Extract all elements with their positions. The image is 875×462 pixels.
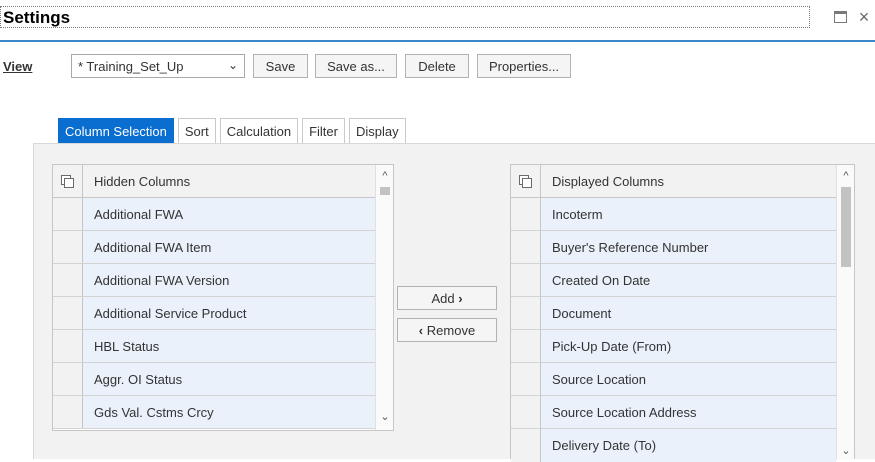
displayed-columns-header: Displayed Columns: [511, 165, 836, 198]
row-selector[interactable]: [511, 264, 541, 296]
table-row[interactable]: HBL Status: [53, 330, 375, 363]
table-row[interactable]: Source Location: [511, 363, 836, 396]
delete-button[interactable]: Delete: [405, 54, 469, 78]
tab-filter[interactable]: Filter: [302, 118, 345, 143]
select-all-icon: [519, 174, 532, 188]
row-selector[interactable]: [53, 330, 83, 362]
save-as-button[interactable]: Save as...: [315, 54, 397, 78]
tab-calculation[interactable]: Calculation: [219, 118, 299, 143]
add-button[interactable]: Add ›: [397, 286, 497, 310]
scroll-thumb[interactable]: [380, 187, 390, 195]
hidden-columns-table: Hidden Columns Additional FWA Additional…: [52, 164, 394, 431]
table-row[interactable]: Gds Val. Cstms Crcy: [53, 396, 375, 429]
hidden-column-item[interactable]: HBL Status: [83, 330, 375, 362]
table-row[interactable]: Additional Service Product: [53, 297, 375, 330]
displayed-column-item[interactable]: Incoterm: [541, 198, 836, 230]
displayed-column-item[interactable]: Source Location: [541, 363, 836, 395]
remove-button[interactable]: ‹ Remove: [397, 318, 497, 342]
scroll-up-icon[interactable]: ^: [376, 169, 394, 183]
hidden-column-item[interactable]: Aggr. OI Status: [83, 363, 375, 395]
table-row[interactable]: Pick-Up Date (From): [511, 330, 836, 363]
table-row[interactable]: Document: [511, 297, 836, 330]
tab-column-selection[interactable]: Column Selection: [58, 118, 174, 143]
row-selector[interactable]: [511, 429, 541, 462]
table-row[interactable]: Additional FWA: [53, 198, 375, 231]
hidden-columns-header-label: Hidden Columns: [83, 165, 375, 197]
table-row[interactable]: Additional FWA Version: [53, 264, 375, 297]
hidden-column-item[interactable]: Additional Service Product: [83, 297, 375, 329]
add-arrow-icon: ›: [458, 290, 463, 306]
tab-display[interactable]: Display: [348, 118, 406, 143]
table-row[interactable]: Source Location Address: [511, 396, 836, 429]
table-row[interactable]: Incoterm: [511, 198, 836, 231]
row-selector[interactable]: [53, 264, 83, 296]
remove-arrow-icon: ‹: [418, 322, 424, 338]
displayed-column-item[interactable]: Buyer's Reference Number: [541, 231, 836, 263]
table-row[interactable]: Delivery Date (To): [511, 429, 836, 462]
displayed-column-item[interactable]: Document: [541, 297, 836, 329]
properties-button[interactable]: Properties...: [477, 54, 571, 78]
row-selector[interactable]: [53, 198, 83, 230]
save-button[interactable]: Save: [253, 54, 308, 78]
row-selector[interactable]: [53, 297, 83, 329]
displayed-columns-table: Displayed Columns Incoterm Buyer's Refer…: [510, 164, 855, 462]
hidden-column-item[interactable]: Additional FWA Version: [83, 264, 375, 296]
select-all-displayed[interactable]: [511, 165, 541, 197]
row-selector[interactable]: [511, 396, 541, 428]
hidden-columns-header: Hidden Columns: [53, 165, 375, 198]
displayed-column-item[interactable]: Source Location Address: [541, 396, 836, 428]
view-label[interactable]: View: [3, 59, 32, 74]
table-row[interactable]: Additional FWA Item: [53, 231, 375, 264]
row-selector[interactable]: [53, 231, 83, 263]
row-selector[interactable]: [511, 198, 541, 230]
displayed-column-item[interactable]: Pick-Up Date (From): [541, 330, 836, 362]
row-selector[interactable]: [511, 231, 541, 263]
displayed-columns-header-label: Displayed Columns: [541, 165, 836, 197]
row-selector[interactable]: [53, 396, 83, 428]
view-select-value: * Training_Set_Up: [78, 58, 184, 74]
scroll-up-icon[interactable]: ^: [837, 169, 855, 183]
hidden-column-item[interactable]: Additional FWA: [83, 198, 375, 230]
displayed-column-item[interactable]: Delivery Date (To): [541, 429, 836, 462]
maximize-icon[interactable]: [832, 9, 848, 25]
row-selector[interactable]: [511, 363, 541, 395]
hidden-columns-scrollbar[interactable]: ^ ⌄: [375, 165, 393, 430]
select-all-hidden[interactable]: [53, 165, 83, 197]
row-selector[interactable]: [511, 297, 541, 329]
scroll-thumb[interactable]: [841, 187, 851, 267]
table-row[interactable]: Buyer's Reference Number: [511, 231, 836, 264]
select-all-icon: [61, 174, 74, 188]
variant-toolbar: View * Training_Set_Up ⌄ Save Save as...…: [0, 54, 875, 78]
title-focus-box: Settings: [0, 6, 810, 28]
scroll-down-icon[interactable]: ⌄: [376, 409, 394, 423]
close-icon[interactable]: ×: [856, 8, 872, 26]
tab-sort[interactable]: Sort: [177, 118, 216, 143]
add-label: Add: [431, 290, 455, 306]
dialog-titlebar: Settings ×: [0, 0, 875, 42]
row-selector[interactable]: [53, 363, 83, 395]
view-select[interactable]: * Training_Set_Up ⌄: [71, 54, 245, 78]
scroll-down-icon[interactable]: ⌄: [837, 443, 855, 457]
displayed-columns-scrollbar[interactable]: ^ ⌄: [836, 165, 854, 460]
chevron-down-icon: ⌄: [227, 58, 238, 72]
hidden-column-item[interactable]: Gds Val. Cstms Crcy: [83, 396, 375, 428]
settings-tabs: Column Selection Sort Calculation Filter…: [58, 118, 410, 143]
displayed-column-item[interactable]: Created On Date: [541, 264, 836, 296]
table-row[interactable]: Created On Date: [511, 264, 836, 297]
table-row[interactable]: Aggr. OI Status: [53, 363, 375, 396]
dialog-title: Settings: [3, 8, 71, 27]
hidden-column-item[interactable]: Additional FWA Item: [83, 231, 375, 263]
remove-label: Remove: [426, 322, 476, 338]
row-selector[interactable]: [511, 330, 541, 362]
